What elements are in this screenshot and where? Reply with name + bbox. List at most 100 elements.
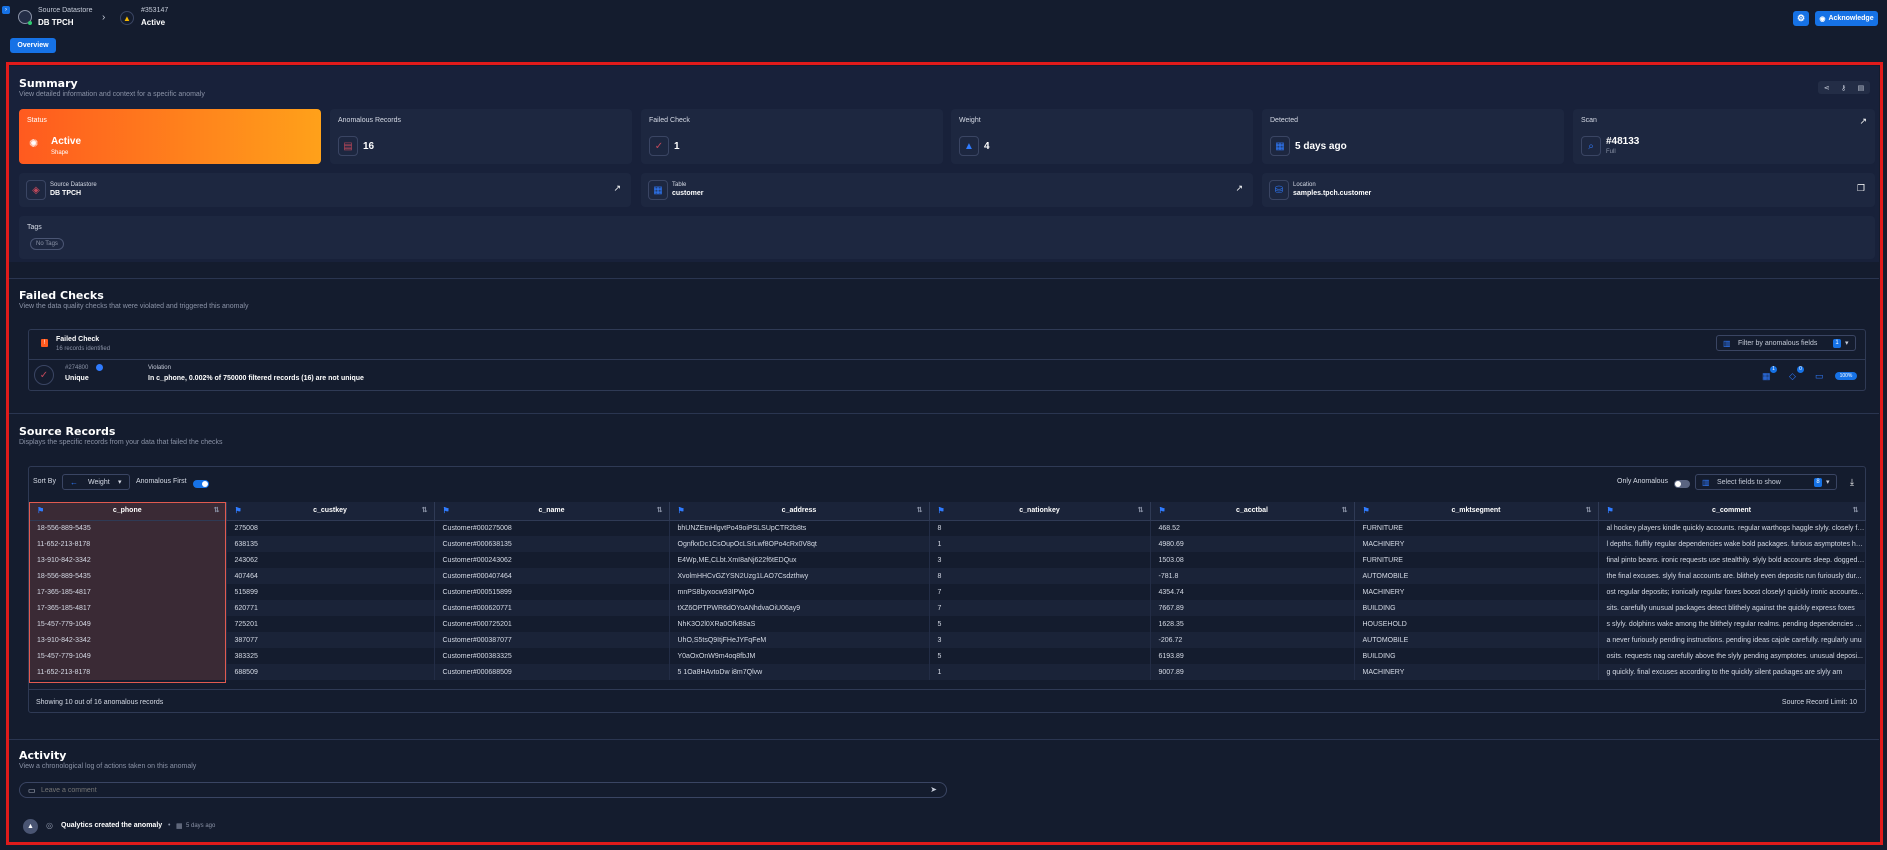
anomalous-records-value: 16 bbox=[363, 141, 375, 152]
violation-label: Violation bbox=[148, 365, 171, 371]
cell-c_address: mnPS8byxocw93IPWpO bbox=[669, 584, 930, 600]
cell-c_comment: g quickly. final excuses according to th… bbox=[1598, 664, 1866, 680]
failed-checks-title: Failed Checks bbox=[19, 289, 104, 302]
failed-check-header-label: Failed Check bbox=[56, 336, 100, 343]
table-row[interactable]: 13-910-842-3342 387077 Customer#000387077 U… bbox=[29, 632, 1866, 648]
sort-icon[interactable]: ⇅ bbox=[1586, 506, 1592, 514]
cell-c_name: Customer#000387077 bbox=[434, 632, 670, 648]
sort-icon[interactable]: ⇅ bbox=[917, 506, 923, 514]
sort-icon[interactable]: ⇅ bbox=[1138, 506, 1144, 514]
records-table: ⚑ c_phone ⇅ ⚑ c_custkey ⇅ ⚑ c_name ⇅ ⚑ c_address ⇅ ⚑… bbox=[29, 502, 1866, 680]
failed-check-header-sub: 16 records identified bbox=[56, 346, 111, 352]
cell-c_mktsegment: HOUSEHOLD bbox=[1354, 616, 1599, 632]
cell-c_nationkey: 5 bbox=[929, 616, 1151, 632]
cell-c_comment: l depths. fluffily regular dependencies … bbox=[1598, 536, 1866, 552]
table-row[interactable]: 15-457-779-1049 725201 Customer#000725201 N… bbox=[29, 616, 1866, 632]
cell-c_custkey: 515899 bbox=[226, 584, 435, 600]
download-icon[interactable]: ⤓ bbox=[1850, 477, 1854, 488]
source-datastore-name[interactable]: DB TPCH bbox=[38, 18, 74, 27]
cell-c_name: Customer#000725201 bbox=[434, 616, 670, 632]
table-row[interactable]: 13-910-842-3342 243062 Customer#000243062 E… bbox=[29, 552, 1866, 568]
filter-label: Filter by anomalous fields bbox=[1738, 340, 1818, 347]
eye-icon: ◉ bbox=[1819, 15, 1826, 23]
status-card: Status ✺ Active Shape bbox=[19, 109, 321, 164]
table-row[interactable]: 18-556-889-5435 275008 Customer#000275008 b… bbox=[29, 520, 1866, 536]
activity-subtitle: View a chronological log of actions take… bbox=[19, 763, 197, 770]
cell-c_address: UhO,S5tsQ9ItjFHeJYFqFeM bbox=[669, 632, 930, 648]
table-row[interactable]: 18-556-889-5435 407464 Customer#000407464 X… bbox=[29, 568, 1866, 584]
cell-c_address: XvolmHHCvGZYSN2Uzg1LAO7Csdzthwy bbox=[669, 568, 930, 584]
flag-icon: ⚑ bbox=[1158, 506, 1166, 515]
column-header-label: c_comment bbox=[1712, 507, 1751, 515]
arrow-up-right-icon[interactable]: ↗ bbox=[1235, 183, 1243, 194]
column-header-c_address[interactable]: ⚑ c_address ⇅ bbox=[669, 502, 930, 521]
send-icon[interactable]: ➤ bbox=[930, 785, 937, 794]
cell-c_acctbal: 4354.74 bbox=[1150, 584, 1355, 600]
select-fields-select[interactable]: ▥ Select fields to show 8 ▾ bbox=[1695, 474, 1837, 490]
column-header-label: c_nationkey bbox=[1019, 507, 1060, 515]
cell-c_phone: 15-457-779-1049 bbox=[29, 648, 227, 664]
cell-c_nationkey: 1 bbox=[929, 536, 1151, 552]
share-icon[interactable]: ⋖ bbox=[1824, 84, 1830, 92]
arrow-up-right-icon[interactable]: ↗ bbox=[613, 183, 621, 194]
column-header-c_mktsegment[interactable]: ⚑ c_mktsegment ⇅ bbox=[1354, 502, 1599, 521]
flag-icon: ⚑ bbox=[937, 506, 945, 515]
grid-icon[interactable]: ▦ bbox=[1762, 371, 1771, 382]
acknowledge-button[interactable]: ◉ Acknowledge bbox=[1815, 11, 1878, 26]
source-datastore-label: Source Datastore bbox=[38, 7, 93, 14]
monitor-icon[interactable]: ▭ bbox=[1815, 371, 1824, 382]
cell-c_acctbal: 4980.69 bbox=[1150, 536, 1355, 552]
table-row[interactable]: 11-652-213-8178 638135 Customer#000638135 O… bbox=[29, 536, 1866, 552]
sidebar-toggle-button[interactable]: › bbox=[2, 6, 10, 14]
alert-icon: ! bbox=[41, 339, 48, 347]
only-anomalous-toggle[interactable] bbox=[1674, 480, 1690, 488]
status-sub: Shape bbox=[51, 150, 69, 156]
column-header-c_name[interactable]: ⚑ c_name ⇅ bbox=[434, 502, 670, 521]
copy-icon[interactable]: ❐ bbox=[1857, 183, 1865, 194]
column-header-c_phone[interactable]: ⚑ c_phone ⇅ bbox=[29, 502, 227, 521]
comment-input-box[interactable]: ▭ ➤ bbox=[19, 782, 947, 798]
column-header-c_comment[interactable]: ⚑ c_comment ⇅ bbox=[1598, 502, 1866, 521]
coverage-badge: 100% bbox=[1835, 372, 1857, 380]
check-id[interactable]: #274800 bbox=[65, 365, 88, 371]
source-records-title: Source Records bbox=[19, 425, 116, 438]
key-icon[interactable]: ⚷ bbox=[1841, 84, 1846, 92]
sort-icon[interactable]: ⇅ bbox=[1342, 506, 1348, 514]
column-header-label: c_phone bbox=[112, 507, 142, 515]
column-header-c_acctbal[interactable]: ⚑ c_acctbal ⇅ bbox=[1150, 502, 1355, 521]
qualytics-icon: ◎ bbox=[46, 821, 53, 830]
cell-c_nationkey: 3 bbox=[929, 632, 1151, 648]
tab-overview[interactable]: Overview bbox=[10, 38, 56, 53]
table-footer-divider bbox=[29, 689, 1865, 690]
table-card[interactable]: ▦ Table customer ↗ bbox=[641, 173, 1253, 207]
cell-c_address: Y0aOxOnW9m4oq8fbJM bbox=[669, 648, 930, 664]
arrow-up-right-icon[interactable]: ↗ bbox=[1859, 116, 1867, 127]
settings-button[interactable]: ⚙ bbox=[1793, 11, 1809, 26]
table-row[interactable]: 11-652-213-8178 688509 Customer#000688509 5… bbox=[29, 664, 1866, 680]
sort-select[interactable]: ← Weight ▾ bbox=[62, 474, 130, 490]
table-row[interactable]: 17-365-185-4817 620771 Customer#000620771 t… bbox=[29, 600, 1866, 616]
table-row[interactable]: 17-365-185-4817 515899 Customer#000515899 m… bbox=[29, 584, 1866, 600]
column-header-c_custkey[interactable]: ⚑ c_custkey ⇅ bbox=[226, 502, 435, 521]
no-tags-chip[interactable]: No Tags bbox=[30, 238, 64, 250]
scan-card[interactable]: Scan ↗ ⌕ #48133 Full bbox=[1573, 109, 1875, 164]
sort-icon[interactable]: ⇅ bbox=[214, 506, 220, 514]
table-card-label: Table bbox=[672, 182, 687, 188]
detected-value: 5 days ago bbox=[1295, 141, 1347, 152]
info-icon bbox=[96, 364, 103, 371]
source-datastore-card[interactable]: ◈ Source Datastore DB TPCH ↗ bbox=[19, 173, 631, 207]
weight-card: Weight ▲ 4 bbox=[951, 109, 1253, 164]
cell-c_comment: a never furiously pending instructions. … bbox=[1598, 632, 1866, 648]
sort-icon[interactable]: ⇅ bbox=[422, 506, 428, 514]
cell-c_custkey: 638135 bbox=[226, 536, 435, 552]
table-row[interactable]: 15-457-779-1049 383325 Customer#000383325 Y… bbox=[29, 648, 1866, 664]
filter-anomalous-fields-select[interactable]: ▥ Filter by anomalous fields 1 ▾ bbox=[1716, 335, 1856, 351]
sort-icon[interactable]: ⇅ bbox=[1853, 506, 1859, 514]
comment-input[interactable] bbox=[41, 785, 921, 796]
anomalous-first-toggle[interactable] bbox=[193, 480, 209, 488]
copy-icon[interactable]: ▤ bbox=[1858, 84, 1865, 92]
tag-icon[interactable]: ◇ bbox=[1789, 371, 1796, 382]
scan-value: #48133 bbox=[1606, 136, 1640, 147]
column-header-c_nationkey[interactable]: ⚑ c_nationkey ⇅ bbox=[929, 502, 1151, 521]
sort-icon[interactable]: ⇅ bbox=[657, 506, 663, 514]
